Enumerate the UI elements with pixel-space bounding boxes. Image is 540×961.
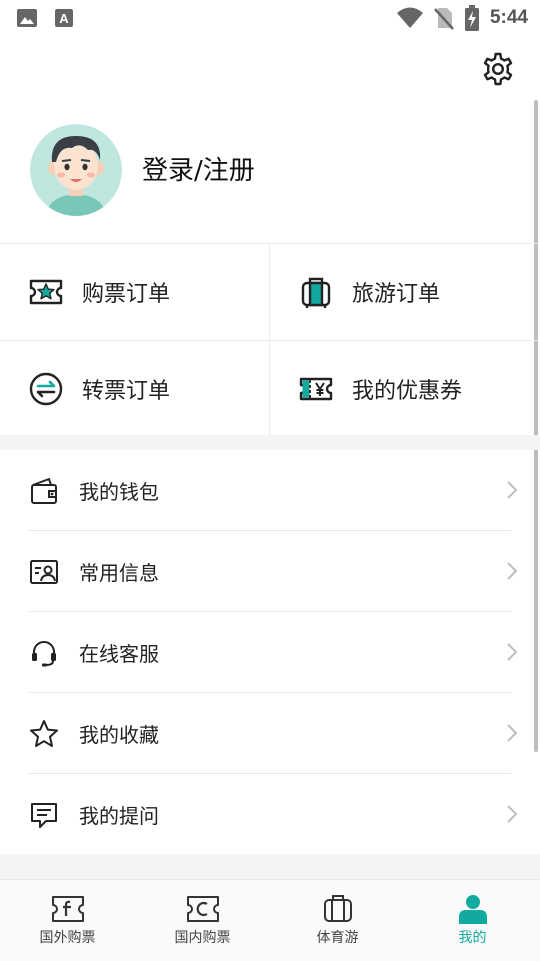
wallet-icon: [31, 477, 57, 504]
section-gap: [0, 854, 540, 879]
star-icon: [30, 719, 58, 747]
bottom-tab-bar: 国外购票 国内购票 体育游 我的: [0, 879, 540, 961]
ticket-c-icon: [186, 896, 219, 922]
coupon-yen-icon: [299, 377, 333, 401]
grid-divider-horizontal: [0, 340, 540, 341]
login-register-link[interactable]: 登录/注册: [142, 150, 255, 187]
chevron-right-icon: [507, 643, 518, 661]
luggage-icon: [301, 277, 331, 308]
travel-orders-label: 旅游订单: [352, 282, 441, 307]
menu-item-common-info[interactable]: 常用信息: [0, 531, 540, 612]
travel-orders-item[interactable]: 旅游订单: [270, 244, 540, 340]
battery-charging-icon: [464, 5, 479, 31]
transfer-orders-item[interactable]: 转票订单: [0, 341, 270, 437]
menu-item-label: 常用信息: [79, 561, 159, 585]
menu-item-wallet[interactable]: 我的钱包: [0, 450, 540, 531]
tab-label: 国外购票: [39, 930, 96, 946]
tab-sports-travel[interactable]: 体育游: [270, 880, 405, 961]
chevron-right-icon: [507, 724, 518, 742]
menu-item-online-service[interactable]: 在线客服: [0, 612, 540, 693]
order-grid: 购票订单 旅游订单 转票订单 我的优惠券: [0, 243, 540, 436]
transfer-orders-label: 转票订单: [82, 379, 171, 404]
tab-label: 我的: [458, 930, 487, 946]
wifi-icon: [396, 7, 423, 28]
chevron-right-icon: [507, 562, 518, 580]
status-bar: A 5:44: [0, 0, 540, 36]
ticket-star-icon: [29, 279, 63, 305]
ticket-f-icon: [51, 896, 84, 922]
menu-item-label: 我的钱包: [79, 480, 159, 504]
user-icon: [458, 895, 487, 924]
menu-item-favorites[interactable]: 我的收藏: [0, 693, 540, 774]
tab-foreign-tickets[interactable]: 国外购票: [0, 880, 135, 961]
avatar[interactable]: [30, 124, 122, 216]
image-icon: [17, 9, 37, 27]
my-coupons-label: 我的优惠券: [352, 379, 463, 404]
menu-item-questions[interactable]: 我的提问: [0, 774, 540, 855]
tab-label: 国内购票: [174, 930, 231, 946]
id-card-icon: [30, 559, 58, 584]
svg-text:A: A: [59, 11, 69, 26]
gear-icon: [483, 52, 513, 86]
menu-list: 我的钱包 常用信息 在线客服 我的收藏 我的提问: [0, 450, 540, 855]
font-app-icon: A: [55, 9, 73, 27]
tab-mine[interactable]: 我的: [405, 880, 540, 961]
tab-label: 体育游: [316, 930, 359, 946]
purchase-orders-item[interactable]: 购票订单: [0, 244, 270, 340]
menu-item-label: 我的提问: [79, 804, 159, 828]
luggage-icon: [323, 895, 352, 922]
chevron-right-icon: [507, 481, 518, 499]
purchase-orders-label: 购票订单: [82, 282, 171, 307]
menu-item-label: 在线客服: [79, 642, 159, 666]
no-sim-icon: [434, 8, 454, 30]
settings-button[interactable]: [480, 51, 516, 87]
tab-domestic-tickets[interactable]: 国内购票: [135, 880, 270, 961]
avatar-illustration: [30, 124, 122, 216]
chevron-right-icon: [507, 805, 518, 823]
clock: 5:44: [489, 7, 528, 28]
section-gap: [0, 435, 540, 450]
transfer-icon: [29, 372, 63, 406]
profile-header[interactable]: 登录/注册: [0, 100, 540, 244]
my-coupons-item[interactable]: 我的优惠券: [270, 341, 540, 437]
menu-item-label: 我的收藏: [79, 723, 159, 747]
headset-icon: [32, 640, 56, 666]
message-icon: [31, 802, 57, 828]
